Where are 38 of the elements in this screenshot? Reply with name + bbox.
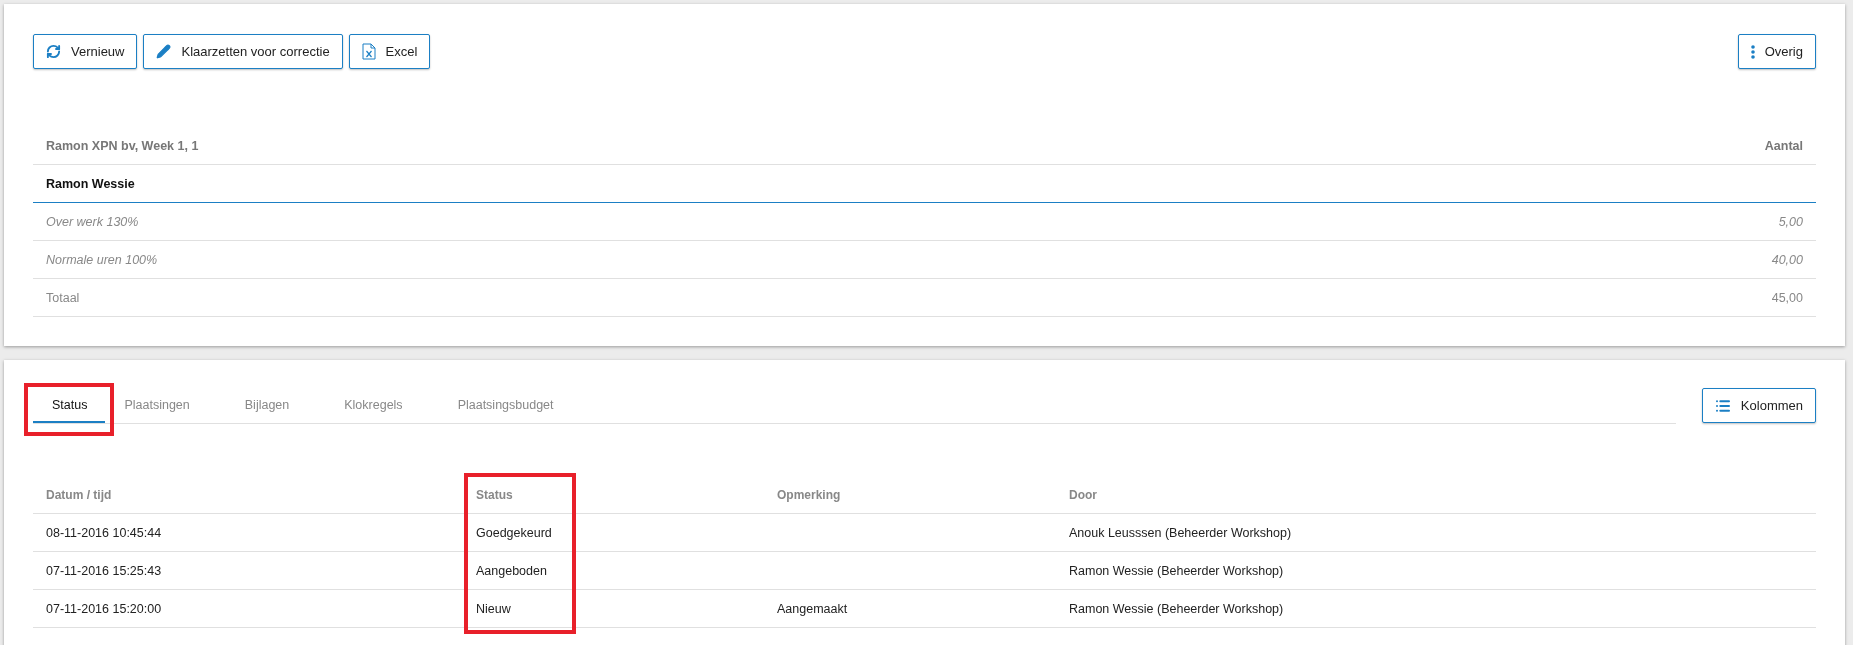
table-cell: 45,00 [1771, 290, 1803, 305]
table-cell-text: 07-11-2016 15:25:43 [45, 563, 163, 578]
table-cell-text: 08-11-2016 10:45:44 [45, 525, 163, 540]
pencil-icon [156, 44, 172, 59]
tab[interactable]: Bijlagen [225, 389, 308, 423]
edit-button[interactable]: Klaarzetten voor correctie [143, 34, 343, 69]
table-cell-text: Nieuw [475, 601, 512, 616]
table-cell: 5,00 [1778, 214, 1803, 229]
column-header: Door [1068, 487, 1098, 502]
refresh-button[interactable]: Vernieuw [33, 34, 138, 69]
table-cell-text: Ramon Wessie (Beheerder Workshop) [1068, 601, 1285, 616]
table-cell-text: Ramon Wessie (Beheerder Workshop) [1068, 563, 1285, 578]
table-cell: Normale uren 100% [46, 252, 158, 267]
column-header: Status [475, 487, 514, 502]
refresh-icon [46, 44, 61, 59]
more-button[interactable]: Overig [1737, 34, 1816, 69]
table-cell: Totaal [46, 290, 80, 305]
table-cell-text: 07-11-2016 15:20:00 [45, 601, 163, 616]
table-cell: 40,00 [1771, 252, 1803, 267]
group-name: Ramon Wessie [46, 176, 135, 191]
table-header: Ramon XPN bv, Week 1, 1 [46, 138, 199, 153]
table-header: Aantal [1764, 138, 1803, 153]
tab[interactable]: Plaatsingen [105, 389, 208, 423]
table-cell-text: Anouk Leusssen (Beheerder Workshop) [1068, 525, 1293, 540]
tab[interactable]: Status [33, 389, 106, 423]
tab[interactable]: Klokregels [325, 389, 421, 423]
more-icon [1750, 44, 1755, 59]
columns-button[interactable]: Kolommen [1701, 388, 1816, 423]
table-cell-text: Goedgekeurd [475, 525, 553, 540]
table-cell-text: Aangeboden [475, 563, 548, 578]
column-header: Datum / tijd [45, 487, 113, 502]
list-icon [1714, 397, 1731, 414]
excel-button[interactable]: Excel [348, 34, 431, 69]
column-header: Opmerking [776, 487, 842, 502]
table-cell-text: Aangemaakt [776, 601, 849, 616]
tab[interactable]: Plaatsingsbudget [438, 389, 572, 423]
excel-file-icon [361, 43, 376, 60]
table-cell: Over werk 130% [46, 214, 139, 229]
